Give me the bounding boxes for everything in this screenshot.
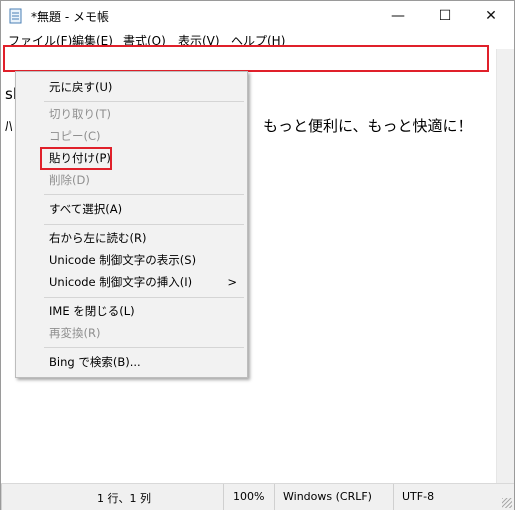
menu-item-insert-unicode[interactable]: Unicode 制御文字の挿入(I) > <box>16 271 247 293</box>
vertical-scrollbar[interactable] <box>496 49 514 483</box>
undo-label: 元に戻す(U) <box>49 80 113 94</box>
status-bar: 1 行、1 列 100% Windows (CRLF) UTF-8 <box>1 483 514 510</box>
menu-item-select-all[interactable]: すべて選択(A) <box>16 198 247 220</box>
menu-separator <box>44 347 244 348</box>
menu-item-delete: 削除(D) <box>16 169 247 191</box>
editor-line-3-text: もっと便利に、もっと快適に！ <box>263 117 473 135</box>
status-divider <box>223 484 224 510</box>
menu-item-cut: 切り取り(T) <box>16 103 247 125</box>
close-ime-label: IME を閉じる(L) <box>49 304 135 318</box>
status-divider <box>393 484 394 510</box>
notepad-icon <box>9 8 23 24</box>
text-input-highlight <box>3 45 489 72</box>
menu-separator <box>44 101 244 102</box>
minimize-button[interactable]: — <box>375 1 421 31</box>
menu-separator <box>44 224 244 225</box>
menu-item-rtl[interactable]: 右から左に読む(R) <box>16 227 247 249</box>
title-bar: *無題 - メモ帳 — ☐ ✕ <box>1 1 514 31</box>
editor-line-3-start: ﾊ <box>5 117 13 135</box>
select-all-label: すべて選択(A) <box>49 202 123 216</box>
close-button[interactable]: ✕ <box>468 1 514 31</box>
maximize-button[interactable]: ☐ <box>422 1 468 31</box>
line-ending: Windows (CRLF) <box>283 490 372 503</box>
status-divider <box>1 484 2 510</box>
menu-item-undo[interactable]: 元に戻す(U) <box>16 76 247 98</box>
delete-label: 削除(D) <box>49 173 90 187</box>
menu-item-copy: コピー(C) <box>16 125 247 147</box>
zoom-level: 100% <box>233 490 265 503</box>
menu-item-bing[interactable]: Bing で検索(B)... <box>16 351 247 373</box>
menu-item-reconvert: 再変換(R) <box>16 322 247 344</box>
cut-label: 切り取り(T) <box>49 107 111 121</box>
encoding: UTF-8 <box>402 490 435 503</box>
context-menu: 元に戻す(U) 切り取り(T) コピー(C) 貼り付け(P) 削除(D) すべて… <box>15 71 248 378</box>
cursor-position: 1 行、1 列 <box>97 492 151 505</box>
bing-label: Bing で検索(B)... <box>49 355 141 369</box>
insert-unicode-label: Unicode 制御文字の挿入(I) <box>49 275 193 289</box>
menu-item-close-ime[interactable]: IME を閉じる(L) <box>16 300 247 322</box>
menu-item-show-unicode[interactable]: Unicode 制御文字の表示(S) <box>16 249 247 271</box>
paste-highlight <box>40 147 112 170</box>
show-unicode-label: Unicode 制御文字の表示(S) <box>49 253 197 267</box>
rtl-label: 右から左に読む(R) <box>49 231 147 245</box>
status-divider <box>274 484 275 510</box>
menu-separator <box>44 194 244 195</box>
menu-separator <box>44 297 244 298</box>
copy-label: コピー(C) <box>49 129 101 143</box>
reconvert-label: 再変換(R) <box>49 326 101 340</box>
resize-grip[interactable] <box>502 498 512 508</box>
window-title: *無題 - メモ帳 <box>31 10 109 24</box>
submenu-arrow-icon: > <box>227 275 237 289</box>
